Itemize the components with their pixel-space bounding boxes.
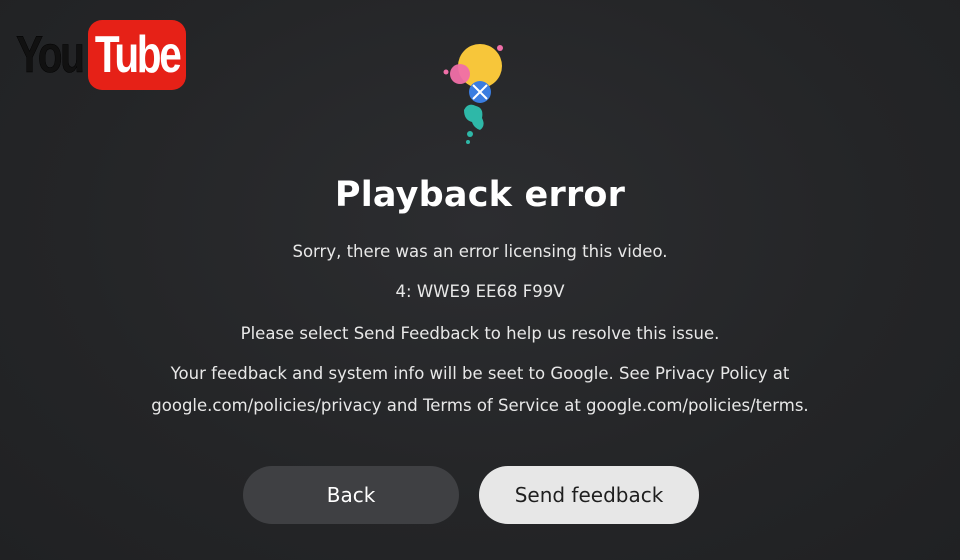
youtube-logo: You Tube: [16, 20, 186, 90]
error-message: Sorry, there was an error licensing this…: [292, 242, 668, 261]
error-title: Playback error: [334, 175, 626, 215]
feedback-instruction: Please select Send Feedback to help us r…: [240, 324, 720, 343]
privacy-info-line-1: Your feedback and system info will be se…: [170, 364, 790, 383]
youtube-logo-you: You: [16, 26, 85, 85]
back-button[interactable]: Back: [243, 466, 459, 524]
youtube-logo-tube: Tube: [94, 26, 182, 84]
playback-error-screen: You Tube Playback error Sorry, there was…: [0, 0, 960, 560]
send-feedback-button[interactable]: Send feedback: [479, 466, 699, 524]
privacy-info-line-2: google.com/policies/privacy and Terms of…: [151, 396, 809, 415]
error-code: 4: WWE9 EE68 F99V: [395, 282, 565, 301]
youtube-logo-tube-box: Tube: [88, 20, 186, 90]
error-illustration-icon: [443, 44, 503, 144]
